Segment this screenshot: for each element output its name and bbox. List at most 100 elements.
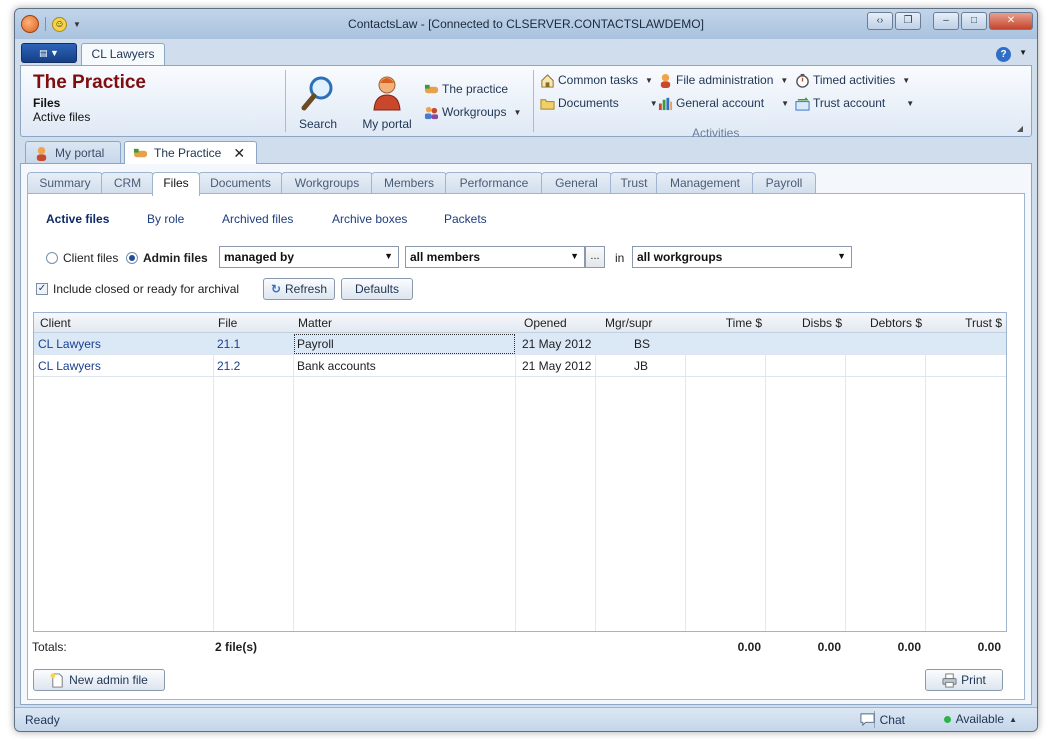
new-admin-file-button[interactable]: New admin file [33, 669, 165, 691]
ribbon-divider [533, 70, 534, 132]
title-bar: ☺ ▼ ContactsLaw - [Connected to CLSERVER… [15, 9, 1037, 39]
tab-performance[interactable]: Performance [445, 172, 543, 194]
person-icon [373, 76, 401, 111]
tab-files[interactable]: Files [152, 172, 200, 196]
admin-files-radio[interactable]: Admin files [126, 251, 208, 265]
table-row[interactable]: CL Lawyers 21.1 Payroll 21 May 2012 BS [34, 333, 1006, 355]
bar-chart-icon [658, 97, 673, 110]
the-practice-button[interactable]: The practice [424, 80, 508, 98]
column-header-trust[interactable]: Trust $ [926, 313, 1006, 333]
totals-disbs: 0.00 [817, 640, 841, 654]
file-administration-button[interactable]: File administration ▼ [658, 71, 788, 89]
subnav-archive-boxes[interactable]: Archive boxes [332, 212, 407, 226]
cell-matter[interactable]: Bank accounts [293, 355, 380, 377]
close-icon[interactable]: ✕ [233, 145, 245, 162]
cell-file[interactable]: 21.2 [213, 355, 244, 377]
folder-icon [540, 98, 555, 110]
home-icon [541, 73, 554, 88]
tab-workgroups[interactable]: Workgroups [281, 172, 373, 194]
group-icon [424, 106, 439, 119]
column-header-mgr[interactable]: Mgr/supr [601, 313, 656, 333]
handshake-icon [424, 84, 439, 93]
app-window: ☺ ▼ ContactsLaw - [Connected to CLSERVER… [14, 8, 1038, 732]
subnav-active-files[interactable]: Active files [46, 212, 109, 226]
person-icon [660, 73, 671, 88]
application-menu-button[interactable]: ▤ ▼ [21, 43, 77, 63]
ribbon-tab-cl-lawyers[interactable]: CL Lawyers [81, 43, 165, 66]
chat-button[interactable]: Chat [860, 712, 905, 727]
subnav-archived-files[interactable]: Archived files [222, 212, 293, 226]
dialog-launcher-icon[interactable]: ◢ [1017, 124, 1023, 133]
tab-my-portal[interactable]: My portal [25, 141, 121, 164]
general-account-button[interactable]: General account ▼ [658, 94, 789, 112]
subnav-by-role[interactable]: By role [147, 212, 184, 226]
cell-client[interactable]: CL Lawyers [34, 355, 105, 377]
managed-by-select[interactable]: managed by ▼ [219, 246, 399, 268]
common-tasks-button[interactable]: Common tasks ▼ [540, 71, 653, 89]
chevron-down-icon: ▼ [384, 251, 393, 261]
client-files-radio[interactable]: Client files [46, 251, 118, 265]
column-header-client[interactable]: Client [36, 313, 75, 333]
tab-management[interactable]: Management [656, 172, 754, 194]
column-header-debtors[interactable]: Debtors $ [846, 313, 926, 333]
ribbon-tab-row: ▤ ▼ CL Lawyers ? ▼ [15, 39, 1037, 66]
in-label: in [615, 251, 625, 265]
cell-client[interactable]: CL Lawyers [34, 333, 105, 355]
tab-trust[interactable]: Trust [610, 172, 658, 194]
cell-mgr: JB [634, 359, 649, 373]
restore-icon[interactable]: ❐ [895, 12, 921, 30]
members-browse-button[interactable]: ... [585, 246, 605, 268]
availability-status[interactable]: Available ▲ [943, 712, 1017, 726]
documents-button[interactable]: Documents ▼ [540, 94, 658, 112]
chevron-down-icon[interactable]: ▼ [1019, 48, 1027, 57]
ribbon-divider [285, 70, 286, 132]
table-row[interactable]: CL Lawyers 21.2 Bank accounts 21 May 201… [34, 355, 1006, 377]
subnav-packets[interactable]: Packets [444, 212, 487, 226]
tab-general[interactable]: General [541, 172, 612, 194]
new-file-icon [50, 672, 63, 688]
ribbon: The Practice Files Active files Search M… [20, 65, 1032, 140]
cell-file[interactable]: 21.1 [213, 333, 244, 355]
timed-activities-button[interactable]: Timed activities ▼ [795, 71, 910, 89]
column-header-time[interactable]: Time $ [686, 313, 766, 333]
cell-matter[interactable]: Payroll [293, 333, 338, 355]
close-button[interactable]: ✕ [989, 12, 1033, 30]
search-button[interactable]: Search [290, 74, 346, 131]
chevron-down-icon: ▼ [570, 251, 579, 261]
switch-window-icon[interactable]: ‹› [867, 12, 893, 30]
chevron-up-icon: ▲ [1009, 714, 1017, 724]
tab-the-practice[interactable]: The Practice ✕ [124, 141, 257, 164]
column-header-file[interactable]: File [214, 313, 241, 333]
totals-time: 0.00 [737, 640, 761, 654]
include-closed-checkbox[interactable]: ✓ Include closed or ready for archival [36, 282, 239, 296]
grid-header: Client File Matter Opened Mgr/supr Time … [34, 313, 1006, 333]
trust-account-button[interactable]: Trust account ▼ [795, 94, 914, 112]
radio-circle [46, 252, 58, 264]
files-page: Active files By role Archived files Arch… [27, 193, 1025, 700]
maximize-button[interactable]: □ [961, 12, 987, 30]
print-button[interactable]: Print [925, 669, 1003, 691]
tab-crm[interactable]: CRM [101, 172, 154, 194]
search-label: Search [298, 117, 338, 131]
workgroups-select[interactable]: all workgroups ▼ [632, 246, 852, 268]
tab-documents[interactable]: Documents [198, 172, 283, 194]
minimize-button[interactable]: – [933, 12, 959, 30]
column-header-opened[interactable]: Opened [520, 313, 571, 333]
totals-debtors: 0.00 [897, 640, 921, 654]
magnifier-icon [301, 76, 333, 111]
practice-header: The Practice Files Active files [33, 72, 146, 124]
members-select[interactable]: all members ▼ [405, 246, 585, 268]
column-header-disbs[interactable]: Disbs $ [766, 313, 846, 333]
defaults-button[interactable]: Defaults [341, 278, 413, 300]
refresh-button[interactable]: ↻ Refresh [263, 278, 335, 300]
help-icon[interactable]: ? [996, 47, 1011, 62]
column-header-matter[interactable]: Matter [294, 313, 336, 333]
tab-summary[interactable]: Summary [27, 172, 103, 194]
my-portal-button[interactable]: My portal [356, 74, 418, 131]
tab-payroll[interactable]: Payroll [752, 172, 816, 194]
tab-members[interactable]: Members [371, 172, 447, 194]
printer-icon [942, 672, 957, 688]
workgroups-button[interactable]: Workgroups ▼ [424, 103, 521, 121]
practice-subtitle-2: Active files [33, 110, 91, 124]
chevron-down-icon: ▼ [781, 98, 789, 108]
